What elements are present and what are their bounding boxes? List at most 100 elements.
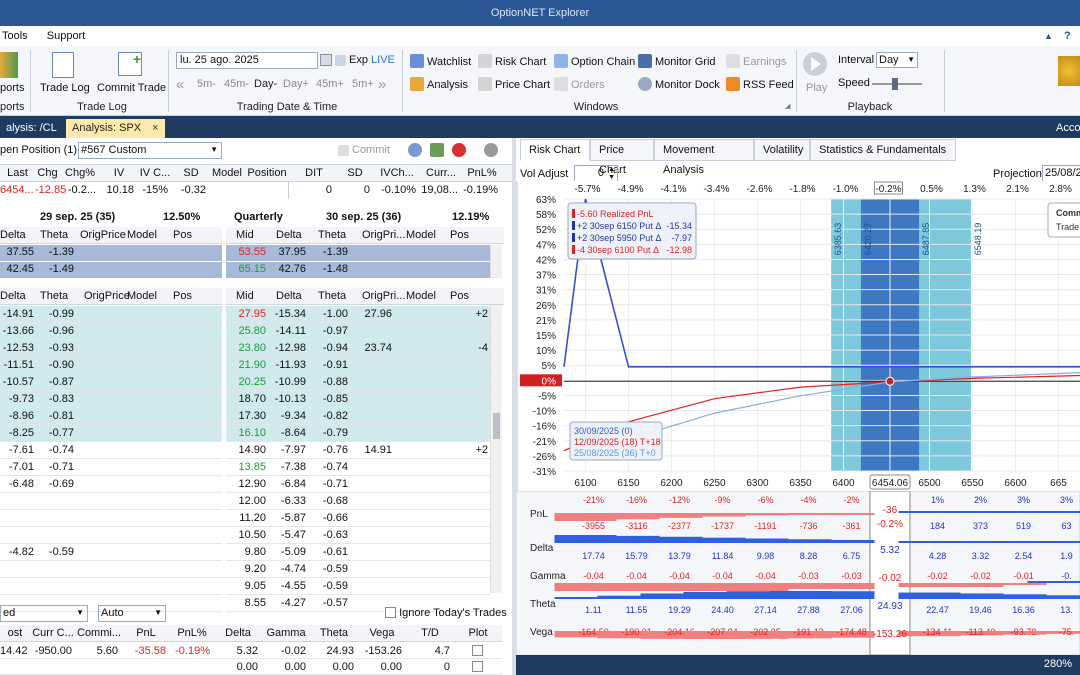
- trading-date-input[interactable]: lu. 25 ago. 2025: [176, 52, 318, 69]
- menu-support[interactable]: Support: [45, 26, 88, 46]
- tab-analysis-cl[interactable]: alysis: /CL: [0, 119, 63, 138]
- price-chart-button[interactable]: Price Chart: [478, 77, 550, 91]
- col-header[interactable]: Model: [406, 290, 436, 302]
- step-5m-back[interactable]: 5m-: [197, 78, 216, 90]
- quote-col-header[interactable]: PnL%: [462, 167, 502, 179]
- projection-input[interactable]: 25/08/2: [1042, 165, 1080, 182]
- tab-price-chart[interactable]: Price Chart: [590, 139, 654, 176]
- col-header[interactable]: Pos: [173, 290, 192, 302]
- table-row[interactable]: [0, 527, 222, 544]
- step-45m-back[interactable]: 45m-: [224, 78, 249, 90]
- help-button[interactable]: ?: [1062, 26, 1073, 46]
- reports-icon[interactable]: [0, 52, 18, 78]
- step-45m-forward[interactable]: 45m+: [316, 78, 344, 90]
- tab-movement-analysis[interactable]: Movement Analysis: [654, 139, 754, 176]
- reports-button[interactable]: ports: [0, 82, 24, 94]
- plot-checkbox[interactable]: [472, 645, 483, 656]
- monitor-dock-button[interactable]: Monitor Dock: [638, 77, 720, 91]
- filter-select[interactable]: ed ▼: [0, 605, 88, 622]
- step-forward-fast-icon[interactable]: »: [378, 76, 386, 93]
- expiry-toggle[interactable]: Exp LIVE: [335, 54, 395, 66]
- quote-col-header[interactable]: IVCh...: [374, 167, 420, 179]
- commit-button[interactable]: Commit: [338, 144, 390, 156]
- calendar-icon[interactable]: [320, 54, 332, 66]
- menu-tools[interactable]: Tools: [0, 26, 30, 46]
- col-header[interactable]: Model: [127, 290, 157, 302]
- mode-select[interactable]: Auto ▼: [98, 605, 166, 622]
- step-day-forward[interactable]: Day+: [283, 78, 309, 90]
- col-header[interactable]: Delta: [276, 229, 302, 241]
- quote-col-header[interactable]: Chg%: [60, 167, 100, 179]
- tab-volatility[interactable]: Volatility: [754, 139, 810, 161]
- col-header[interactable]: Gamma: [262, 627, 310, 639]
- col-header[interactable]: OrigPrice: [84, 290, 130, 302]
- col-header[interactable]: Pos: [173, 229, 192, 241]
- quote-col-header[interactable]: Chg: [35, 167, 60, 179]
- interval-select[interactable]: Day ▼: [876, 52, 918, 68]
- gear-icon[interactable]: [484, 143, 498, 157]
- quote-col-header[interactable]: Last: [0, 167, 35, 179]
- col-header[interactable]: Delta: [0, 229, 26, 241]
- quote-col-header[interactable]: SD: [336, 167, 374, 179]
- table-row[interactable]: [0, 510, 222, 527]
- chain-scrollbar-thumb[interactable]: [493, 413, 500, 439]
- col-header[interactable]: Model: [406, 229, 436, 241]
- analysis-button[interactable]: Analysis: [410, 77, 468, 91]
- tab-accounts[interactable]: Accou: [1050, 119, 1080, 138]
- quote-col-header[interactable]: SD: [172, 167, 210, 179]
- col-header[interactable]: OrigPri...: [362, 229, 405, 241]
- commit-trade-button[interactable]: Commit Trade: [97, 82, 166, 94]
- col-header[interactable]: PnL%: [170, 627, 214, 639]
- trade-log-button[interactable]: Trade Log: [40, 82, 90, 94]
- col-header[interactable]: Mid: [236, 229, 254, 241]
- tab-statistics-fundamentals[interactable]: Statistics & Fundamentals: [810, 139, 956, 161]
- tab-risk-chart[interactable]: Risk Chart: [520, 139, 590, 161]
- current-price-dot[interactable]: [885, 376, 895, 386]
- table-row[interactable]: [0, 561, 222, 578]
- quote-col-header[interactable]: Curr...: [420, 167, 462, 179]
- step-5m-forward[interactable]: 5m+: [352, 78, 374, 90]
- grid-icon[interactable]: [430, 143, 444, 157]
- table-row[interactable]: [0, 493, 222, 510]
- col-header[interactable]: Pos: [450, 229, 469, 241]
- atm-scrollbar[interactable]: [490, 245, 502, 278]
- col-header[interactable]: Theta: [40, 290, 68, 302]
- earnings-button[interactable]: Earnings: [726, 54, 786, 68]
- col-header[interactable]: Mid: [236, 290, 254, 302]
- vol-adjust-input[interactable]: 0 ▲ ▼: [574, 165, 618, 182]
- spinner-icon[interactable]: ▲ ▼: [608, 166, 615, 182]
- play-icon[interactable]: [803, 52, 827, 76]
- col-header[interactable]: Theta: [318, 229, 346, 241]
- col-header[interactable]: Delta: [214, 627, 262, 639]
- col-header[interactable]: Plot: [454, 627, 502, 639]
- col-header[interactable]: PnL: [122, 627, 170, 639]
- col-header[interactable]: ost: [0, 627, 30, 639]
- chain-scrollbar[interactable]: [490, 305, 502, 593]
- quote-col-header[interactable]: IV: [100, 167, 138, 179]
- step-day-back[interactable]: Day-: [254, 78, 277, 90]
- quote-col-header[interactable]: IV C...: [138, 167, 172, 179]
- quote-col-header[interactable]: DIT: [292, 167, 336, 179]
- close-icon[interactable]: ×: [152, 122, 158, 134]
- position-select[interactable]: #567 Custom ▼: [78, 142, 222, 159]
- col-header[interactable]: Pos: [450, 290, 469, 302]
- speed-slider-thumb[interactable]: [892, 78, 898, 90]
- windows-launcher-icon[interactable]: ◢: [785, 102, 790, 110]
- commit-trade-icon[interactable]: +: [118, 51, 142, 76]
- col-header[interactable]: Delta: [276, 290, 302, 302]
- col-header[interactable]: Vega: [358, 627, 406, 639]
- tab-analysis-spx[interactable]: Analysis: SPX ×: [66, 119, 165, 138]
- quote-col-header[interactable]: Model: [210, 167, 244, 179]
- step-back-fast-icon[interactable]: «: [176, 76, 184, 93]
- speed-slider[interactable]: [872, 78, 922, 90]
- col-header[interactable]: Model: [127, 229, 157, 241]
- col-header[interactable]: Theta: [318, 290, 346, 302]
- col-header[interactable]: Commi...: [76, 627, 122, 639]
- col-header[interactable]: Theta: [40, 229, 68, 241]
- col-header[interactable]: T/D: [406, 627, 454, 639]
- col-header[interactable]: Delta: [0, 290, 26, 302]
- search-icon[interactable]: [408, 143, 422, 157]
- table-row[interactable]: [0, 578, 222, 595]
- monitor-grid-button[interactable]: Monitor Grid: [638, 54, 716, 68]
- orders-button[interactable]: Orders: [554, 77, 605, 91]
